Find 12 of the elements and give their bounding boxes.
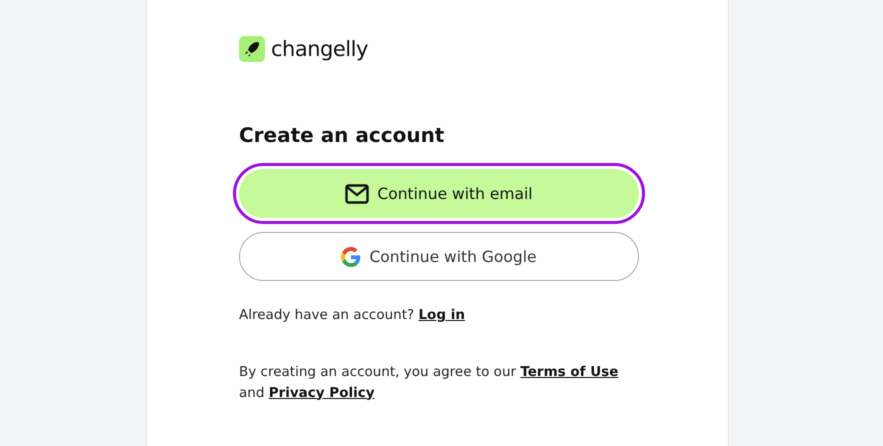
email-signin-button[interactable]: Continue with email — [239, 169, 639, 218]
rocket-logo-icon — [239, 36, 265, 62]
login-link[interactable]: Log in — [418, 307, 465, 323]
google-icon — [341, 246, 362, 266]
login-prompt: Already have an account? Log in — [239, 306, 466, 325]
page-heading: Create an account — [239, 123, 446, 147]
policy-link[interactable]: Terms of Use — [520, 364, 618, 380]
policy-link[interactable]: Privacy Policy — [268, 384, 375, 400]
envelope-icon — [345, 184, 370, 204]
logo-text: changelly — [271, 37, 368, 61]
google-signin-button[interactable]: Continue with Google — [239, 232, 639, 281]
terms-text: By creating an account, you agree to our Terms of Use and Privacy Policy — [239, 362, 620, 402]
